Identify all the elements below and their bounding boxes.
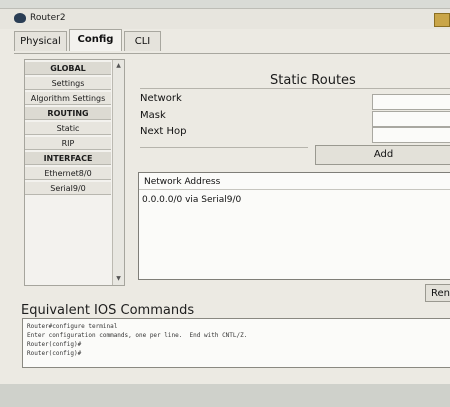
network-address-header: Network Address — [144, 177, 221, 187]
remove-button[interactable]: Ren — [425, 284, 450, 302]
sidebar-item-algorithm-settings[interactable]: Algorithm Settings — [25, 92, 111, 105]
desktop-edge — [0, 384, 450, 407]
sidebar-header-interface: INTERFACE — [25, 152, 111, 165]
mask-label: Mask — [140, 110, 166, 121]
sidebar-item-ethernet8-0[interactable]: Ethernet8/0 — [25, 167, 111, 180]
scroll-down-icon[interactable]: ▼ — [114, 274, 123, 284]
sidebar-header-global: GLOBAL — [25, 62, 111, 75]
list-item[interactable]: 0.0.0.0/0 via Serial9/0 — [142, 195, 241, 205]
console-line: Router(config)# — [27, 350, 82, 357]
next-hop-label: Next Hop — [140, 126, 187, 137]
section-divider — [140, 88, 450, 89]
sidebar-header-routing: ROUTING — [25, 107, 111, 120]
tab-cli[interactable]: CLI — [124, 31, 161, 51]
sidebar-item-static[interactable]: Static — [25, 122, 111, 135]
console-line: Router(config)# — [27, 341, 82, 348]
tab-physical[interactable]: Physical — [14, 31, 67, 51]
tab-divider — [14, 53, 450, 54]
title-bar: Router2 — [0, 9, 450, 29]
window-control-icon[interactable] — [434, 13, 450, 27]
list-divider — [139, 189, 450, 190]
static-routes-title: Static Routes — [270, 73, 356, 88]
config-sidebar: GLOBAL Settings Algorithm Settings ROUTI… — [24, 59, 125, 286]
equivalent-ios-title: Equivalent IOS Commands — [21, 303, 195, 318]
add-button[interactable]: Add — [315, 145, 450, 165]
form-divider — [140, 147, 308, 148]
network-address-list[interactable]: Network Address 0.0.0.0/0 via Serial9/0 — [138, 172, 450, 280]
window-title: Router2 — [30, 13, 66, 23]
network-label: Network — [140, 93, 182, 104]
mask-input[interactable] — [372, 111, 450, 127]
sidebar-item-settings[interactable]: Settings — [25, 77, 111, 90]
network-input[interactable] — [372, 94, 450, 110]
tab-config[interactable]: Config — [69, 29, 122, 51]
sidebar-item-serial9-0[interactable]: Serial9/0 — [25, 182, 111, 195]
sidebar-item-rip[interactable]: RIP — [25, 137, 111, 150]
sidebar-scrollbar[interactable]: ▲ ▼ — [112, 60, 124, 285]
console-line: Router#configure terminal — [27, 323, 118, 330]
next-hop-input[interactable] — [372, 127, 450, 143]
ios-console: Router#configure terminal Enter configur… — [22, 318, 450, 368]
router-icon — [14, 13, 26, 23]
scroll-up-icon[interactable]: ▲ — [114, 61, 123, 71]
console-line: Enter configuration commands, one per li… — [27, 332, 248, 339]
